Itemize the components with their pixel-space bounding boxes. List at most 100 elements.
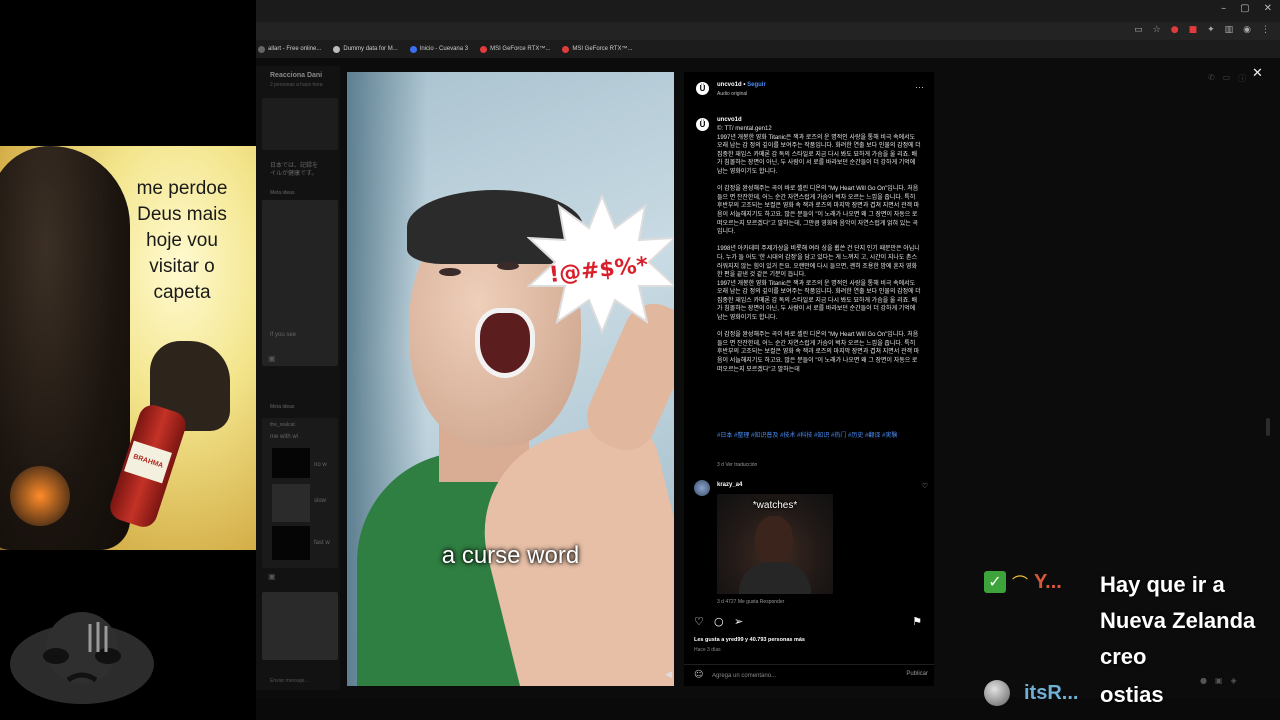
author-header: uncvo1d • Seguir [717, 82, 766, 88]
caption-avatar[interactable]: Ü [696, 118, 709, 131]
dm-subheader: 2 personas a hace hora [270, 82, 323, 88]
profile-icon[interactable]: ◉ [1243, 25, 1251, 35]
comment-meta[interactable]: 3 d 4727 Me gusta Responder [717, 599, 784, 605]
video-character-eye [439, 268, 461, 276]
caption-meta[interactable]: 3 d Ver traducción [717, 462, 757, 468]
comment-gif[interactable]: *watches* [717, 494, 833, 594]
star-icon[interactable]: ☆ [1153, 25, 1161, 35]
dm-call-icons: ✆ ▭ ⓘ [1208, 73, 1246, 84]
bookmark-label: allart - Free online... [268, 46, 322, 52]
comment-bubble-icon[interactable]: ○ [714, 615, 724, 628]
maximize-button[interactable]: ▢ [1240, 3, 1249, 14]
caption-username[interactable]: uncvo1d [717, 117, 742, 123]
bookmark-favicon-icon [480, 45, 488, 53]
bookmarks-bar: allart - Free online... Dummy data for M… [256, 40, 1280, 58]
dm-header: Reacciona Dani [270, 72, 323, 79]
bookmark-allart[interactable]: allart - Free online... [258, 45, 322, 53]
chat-user-line-2: itsR... [984, 680, 1078, 706]
comment-username[interactable]: krazy_a4 [717, 482, 742, 488]
emoji-icon[interactable]: ☺ [694, 670, 703, 680]
dm-label: Meta ideas [270, 190, 295, 196]
post-details-panel: Ü uncvo1d • Seguir Audio original ··· Ü … [684, 72, 934, 686]
save-bookmark-icon[interactable]: ⚑ [912, 615, 922, 628]
scrollbar-thumb[interactable] [1266, 418, 1270, 436]
mute-icon[interactable]: ◀ [665, 669, 672, 680]
cast-icon[interactable]: ▭ [1134, 25, 1143, 35]
bookmark-favicon-icon [562, 45, 570, 53]
audio-label[interactable]: Audio original [717, 91, 747, 97]
comment-like-heart-icon[interactable]: ♡ [922, 482, 928, 490]
dm-shared-post[interactable] [262, 98, 338, 150]
dm-message-input[interactable]: Enviar mensaje... [270, 678, 309, 684]
dm-snippet: no w [314, 462, 327, 468]
image-icon: ▣ [1214, 676, 1223, 685]
extension-icons: ▭ ☆ ● ■ ✦ ▥ ◉ ⋮ [1134, 25, 1270, 35]
overlay-mini-icons: ● ▣ ◈ [1200, 676, 1237, 685]
bookmark-msi-1[interactable]: MSI GeForce RTX™... [480, 45, 551, 53]
share-send-icon[interactable]: ➢ [734, 615, 743, 628]
dm-snippet: イルが健康です。 [270, 171, 318, 177]
comment-input[interactable] [712, 671, 872, 681]
chat-message-line: creo [1100, 644, 1147, 669]
puzzle-icon[interactable]: ✦ [1207, 25, 1215, 35]
reel-video[interactable]: !@#$%* a curse word ◀ [347, 72, 674, 686]
gif-face [755, 516, 793, 566]
minimize-button[interactable]: – [1221, 3, 1226, 14]
video-character-mouth [475, 308, 535, 378]
chat-message-line: Nueva Zelanda [1100, 608, 1256, 633]
close-modal-icon[interactable]: ✕ [1252, 66, 1263, 81]
sticker-icon: ◈ [1230, 676, 1237, 685]
browser-toolbar: ▭ ☆ ● ■ ✦ ▥ ◉ ⋮ [256, 22, 1280, 40]
gif-body [739, 562, 811, 594]
background-dm-panel: Reacciona Dani 2 personas a hace hora 日本… [256, 66, 340, 690]
bookmark-dummy-data[interactable]: Dummy data for M... [333, 45, 398, 53]
check-badge-icon: ✓ [984, 571, 1006, 593]
screen: – ▢ ✕ ▭ ☆ ● ■ ✦ ▥ ◉ ⋮ allart - Free onli… [0, 0, 1280, 720]
post-timestamp: Hace 3 días [694, 647, 721, 653]
streamer-mascot-icon [10, 612, 154, 704]
comment-avatar[interactable] [694, 480, 710, 496]
author-avatar[interactable]: Ü [696, 82, 709, 95]
menu-dots-icon[interactable]: ⋮ [1261, 25, 1270, 35]
video-call-icon[interactable]: ▭ [1223, 73, 1231, 84]
dm-snippet: fast w [314, 540, 330, 546]
follow-button[interactable]: Seguir [747, 82, 766, 88]
bookmark-cuevana[interactable]: Inicio - Cuevana 3 [409, 45, 468, 53]
phone-icon[interactable]: ✆ [1208, 73, 1215, 84]
bookmark-favicon-icon [409, 45, 417, 53]
bookmark-favicon-icon [258, 45, 265, 53]
chat-message-line: Hay que ir a [1100, 572, 1225, 597]
chat-username: itsR... [1024, 681, 1079, 704]
author-username[interactable]: uncvo1d [717, 82, 742, 88]
dm-shared-reel[interactable] [262, 200, 338, 366]
caption-text: ©: TT/ mental.gen12 1997년 개봉한 영화 Titanic… [717, 126, 921, 373]
extension-a-icon[interactable]: ■ [1189, 25, 1198, 35]
sidebar-icon[interactable]: ▥ [1225, 25, 1234, 35]
chat-user-line-1: ✓ ⌒ Y... [984, 570, 1062, 594]
like-heart-icon[interactable]: ♡ [694, 615, 704, 628]
meme-text: me perdoe Deus mais hoje vou visitar o c… [136, 178, 228, 303]
dm-thumbnail [272, 526, 310, 560]
window-controls: – ▢ ✕ [1221, 3, 1272, 14]
dm-shared-reel[interactable] [262, 592, 338, 660]
video-character-eye [497, 262, 519, 270]
post-actions: ♡ ○ ➢ ⚑ [694, 615, 926, 629]
reel-icon: ▣ [268, 572, 276, 581]
meme-fire [10, 466, 70, 526]
chat-username: Y... [1034, 570, 1062, 593]
more-options-icon[interactable]: ··· [915, 82, 924, 92]
bookmark-msi-2[interactable]: MSI GeForce RTX™... [562, 45, 633, 53]
caption-hashtags[interactable]: #日本 #整理 #知识普及 #技术 #科技 #知识 #热门 #历史 #翻译 #実… [717, 432, 922, 440]
info-icon[interactable]: ⓘ [1238, 73, 1246, 84]
banana-badge-icon: ⌒ [1012, 574, 1029, 593]
close-window-button[interactable]: ✕ [1264, 3, 1272, 14]
extension-red-icon[interactable]: ● [1171, 25, 1179, 35]
dm-thumbnail [272, 448, 310, 478]
browser-titlebar: – ▢ ✕ [256, 0, 1280, 22]
comment-bar: ☺ Publicar [684, 664, 934, 686]
dm-snippet: slow [314, 498, 327, 504]
bookmark-label: MSI GeForce RTX™... [490, 46, 551, 52]
publish-button[interactable]: Publicar [906, 671, 928, 677]
mic-icon: ● [1200, 676, 1207, 685]
likes-count[interactable]: Les gusta a yred99 y 40.793 personas más [694, 637, 805, 643]
